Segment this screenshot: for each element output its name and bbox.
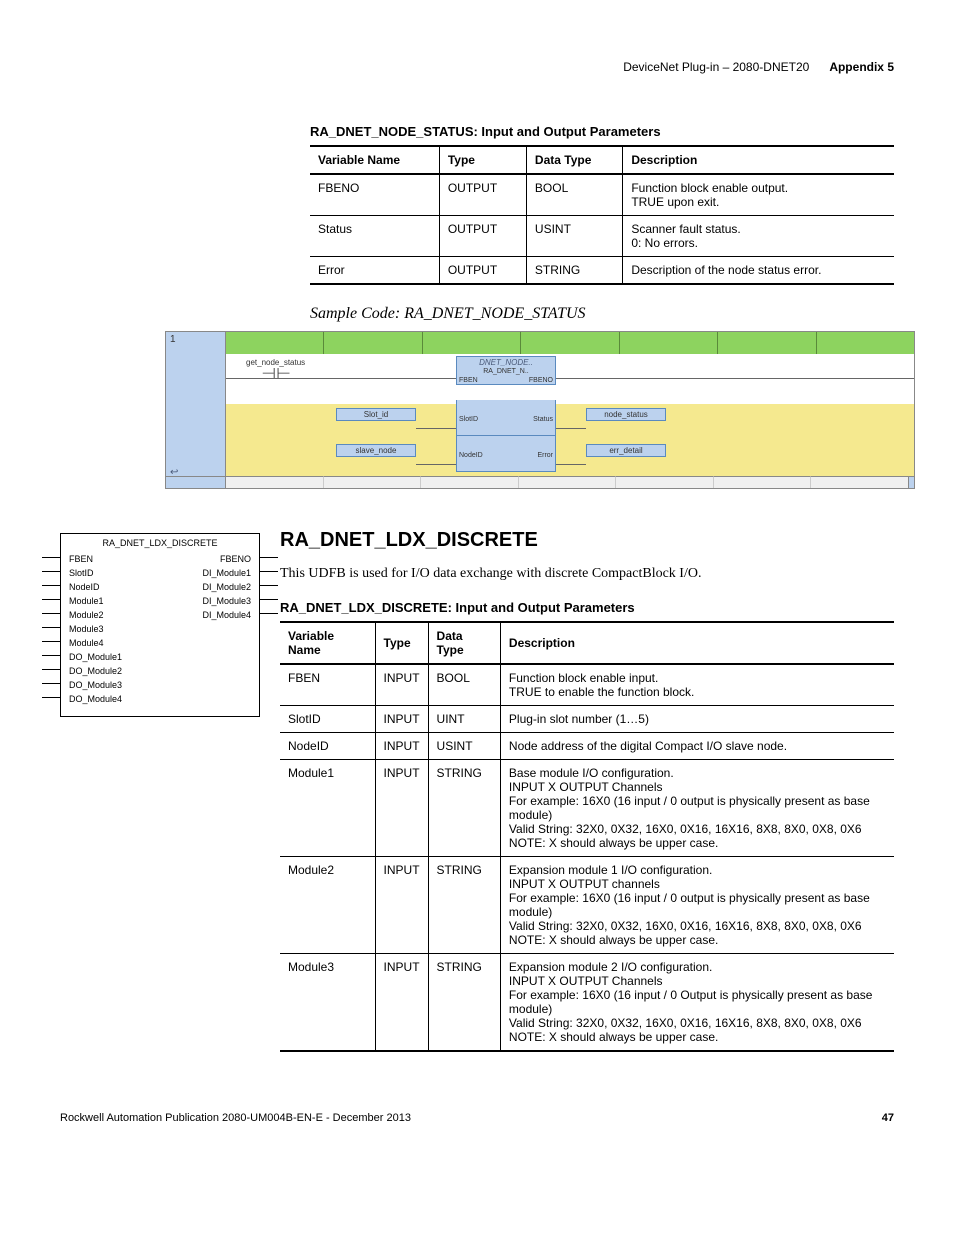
udfb-input-pin: FBEN <box>69 552 122 566</box>
var-slave-node: slave_node <box>336 444 416 457</box>
table-row: StatusOUTPUTUSINTScanner fault status. 0… <box>310 216 894 257</box>
udfb-output-pin: FBENO <box>202 552 251 566</box>
var-err-detail: err_detail <box>586 444 666 457</box>
ladder-diagram: 1 get_node_status —| |— DNET_NODE.. RA_D… <box>165 331 894 489</box>
table-row: SlotIDINPUTUINTPlug-in slot number (1…5) <box>280 706 894 733</box>
table1: Variable NameTypeData TypeDescription FB… <box>310 145 894 285</box>
var-node-status: node_status <box>586 408 666 421</box>
udfb-input-pin: DO_Module4 <box>69 692 122 706</box>
column-header: Data Type <box>526 146 622 174</box>
udfb-input-pin: Module3 <box>69 622 122 636</box>
udfb-block-diagram: RA_DNET_LDX_DISCRETE FBENSlotIDNodeIDMod… <box>60 533 260 717</box>
table-row: Module3INPUTSTRINGExpansion module 2 I/O… <box>280 954 894 1052</box>
var-slot-id: Slot_id <box>336 408 416 421</box>
udfb-input-pin: DO_Module2 <box>69 664 122 678</box>
udfb-output-pin: DI_Module1 <box>202 566 251 580</box>
column-header: Type <box>439 146 526 174</box>
udfb-input-pin: Module1 <box>69 594 122 608</box>
page-footer: Rockwell Automation Publication 2080-UM0… <box>60 1112 894 1124</box>
udfb-output-pin: DI_Module4 <box>202 608 251 622</box>
table1-title: RA_DNET_NODE_STATUS: Input and Output Pa… <box>310 124 894 139</box>
table2-title: RA_DNET_LDX_DISCRETE: Input and Output P… <box>280 600 894 615</box>
section2-body: This UDFB is used for I/O data exchange … <box>280 566 894 582</box>
udfb-input-pin: SlotID <box>69 566 122 580</box>
udfb-output-pin: DI_Module3 <box>202 594 251 608</box>
header-right: Appendix 5 <box>829 60 894 74</box>
column-header: Description <box>500 622 894 664</box>
footer-page: 47 <box>882 1112 894 1124</box>
udfb-input-pin: Module4 <box>69 636 122 650</box>
table2: Variable NameTypeData TypeDescription FB… <box>280 621 894 1052</box>
footer-left: Rockwell Automation Publication 2080-UM0… <box>60 1112 411 1124</box>
rung-number: 1 <box>166 332 226 354</box>
table-row: Module2INPUTSTRINGExpansion module 1 I/O… <box>280 857 894 954</box>
header-left: DeviceNet Plug-in – 2080-DNET20 <box>623 60 809 74</box>
table-row: ErrorOUTPUTSTRINGDescription of the node… <box>310 257 894 285</box>
page-header: DeviceNet Plug-in – 2080-DNET20 Appendix… <box>60 60 894 74</box>
column-header: Description <box>623 146 894 174</box>
udfb-input-pin: NodeID <box>69 580 122 594</box>
udfb-input-pin: DO_Module3 <box>69 678 122 692</box>
column-header: Type <box>375 622 428 664</box>
udfb-output-pin: DI_Module2 <box>202 580 251 594</box>
column-header: Variable Name <box>280 622 375 664</box>
section2-heading: RA_DNET_LDX_DISCRETE <box>280 529 894 552</box>
udfb-title: RA_DNET_LDX_DISCRETE <box>69 538 251 548</box>
sample-caption: Sample Code: RA_DNET_NODE_STATUS <box>310 305 894 323</box>
table-row: FBENINPUTBOOLFunction block enable input… <box>280 664 894 706</box>
ladder-contact: get_node_status —| |— <box>246 358 305 379</box>
table-row: NodeIDINPUTUSINTNode address of the digi… <box>280 733 894 760</box>
udfb-input-pin: Module2 <box>69 608 122 622</box>
column-header: Data Type <box>428 622 500 664</box>
function-block: DNET_NODE.. RA_DNET_N.. FBEN FBENO <box>456 356 556 385</box>
column-header: Variable Name <box>310 146 439 174</box>
table-row: FBENOOUTPUTBOOLFunction block enable out… <box>310 174 894 216</box>
table-row: Module1INPUTSTRINGBase module I/O config… <box>280 760 894 857</box>
udfb-input-pin: DO_Module1 <box>69 650 122 664</box>
